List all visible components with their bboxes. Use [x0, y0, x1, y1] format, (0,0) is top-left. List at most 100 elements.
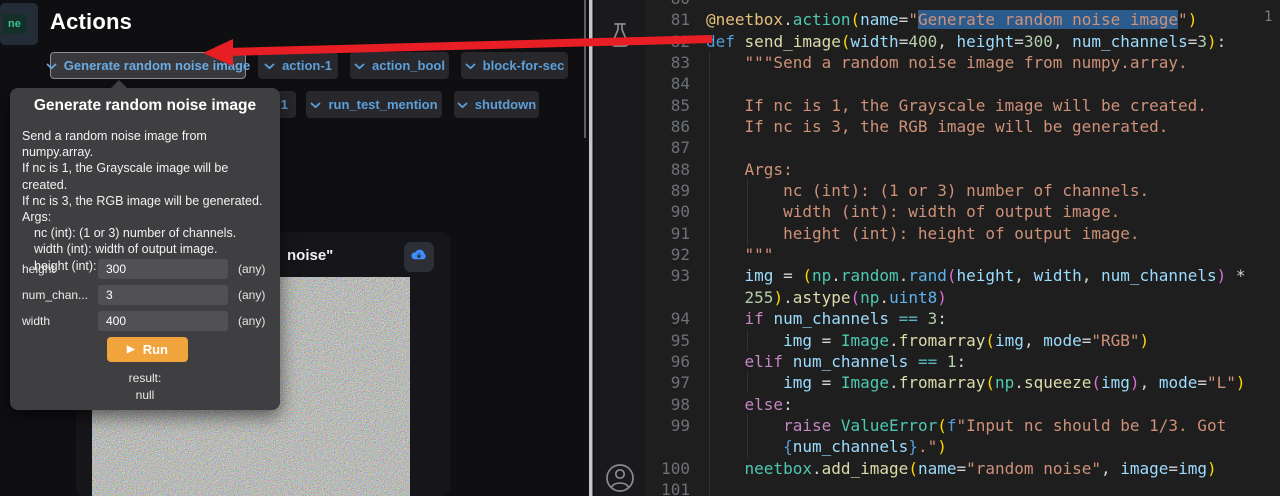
line-number: 94 [645, 308, 690, 329]
code-token: = [1197, 373, 1207, 392]
code-token: : [956, 352, 966, 371]
action-button-run-test-mention[interactable]: run_test_mention [306, 91, 442, 118]
code-token: np [812, 266, 831, 285]
activity-bar [594, 0, 645, 496]
code-token: action [793, 10, 851, 29]
description-line: Args: [22, 209, 272, 225]
code-token: * [1226, 266, 1245, 285]
code-token: height [957, 32, 1015, 51]
code-token: ) [937, 437, 947, 456]
code-line: 100 neetbox.add_image(name="random noise… [645, 458, 1280, 479]
cloud-download-button[interactable] [404, 242, 434, 272]
testing-flask-icon[interactable] [605, 22, 635, 49]
indent-guide [747, 414, 748, 458]
code-token: random [841, 266, 899, 285]
code-token: uint8 [889, 288, 937, 307]
line-number: 98 [645, 394, 690, 415]
scrollbar-thumb[interactable] [584, 0, 586, 138]
code-text: else: [706, 394, 793, 415]
action-run-popover: Generate random noise image Send a rando… [10, 88, 280, 410]
code-token: name [860, 10, 899, 29]
line-number: 83 [645, 52, 690, 73]
line-number: 99 [645, 415, 690, 436]
code-line: 91 height (int): height of output image. [645, 223, 1280, 244]
field-row-width: width (any) [10, 311, 280, 333]
code-token: . [1014, 373, 1024, 392]
result-label: result: [10, 371, 280, 385]
code-text: raise ValueError(f"Input nc should be 1/… [706, 415, 1226, 436]
code-token: if [745, 309, 764, 328]
code-token: width [1034, 266, 1082, 285]
code-token: squeeze [1024, 373, 1091, 392]
field-row-height: height (any) [10, 259, 280, 281]
code-token [735, 32, 745, 51]
code-token: ( [851, 288, 861, 307]
code-editor: 8081@neetbox.action(name="Generate rando… [645, 0, 1280, 496]
indent-guide [709, 52, 710, 496]
neetbox-web-panel: ne Actions Generate random noise image a… [0, 0, 589, 496]
line-number [645, 436, 690, 457]
code-token: num_channels [793, 352, 909, 371]
code-token: ) [1207, 459, 1217, 478]
line-number: 93 [645, 265, 690, 286]
action-button-action-1[interactable]: action-1 [258, 52, 338, 79]
code-line: 95 img = Image.fromarray(img, mode="RGB"… [645, 330, 1280, 351]
code-line: 87 [645, 137, 1280, 158]
status-tag: ne [3, 14, 27, 34]
line-number: 88 [645, 159, 690, 180]
code-token [783, 352, 793, 371]
line-number: 100 [645, 458, 690, 479]
code-token: neetbox [745, 459, 812, 478]
action-button-shutdown[interactable]: shutdown [454, 91, 539, 118]
code-token: "RGB" [1091, 331, 1139, 350]
code-token: ValueError [841, 416, 937, 435]
code-text: img = Image.fromarray(np.squeeze(img), m… [706, 372, 1246, 393]
action-button-block-for-sec[interactable]: block-for-sec [461, 52, 568, 79]
code-token: = [773, 266, 802, 285]
description-line: Send a random noise image from numpy.arr… [22, 128, 272, 160]
code-token: mode [1043, 331, 1082, 350]
code-token: ( [985, 331, 995, 350]
code-token: = [899, 10, 909, 29]
line-number: 81 [645, 9, 690, 30]
play-icon: ▶ [127, 345, 135, 355]
code-token: nc (int): (1 or 3) number of channels. [706, 181, 1149, 200]
code-token: ) [1217, 266, 1227, 285]
action-button-label: action_bool [372, 58, 445, 73]
code-line: 101 [645, 479, 1280, 496]
code-token [706, 309, 745, 328]
code-token: , [1053, 32, 1072, 51]
code-token: img [745, 266, 774, 285]
code-text: img = (np.random.rand(height, width, num… [706, 265, 1246, 286]
run-button[interactable]: ▶ Run [107, 337, 188, 362]
code-token: def [706, 32, 735, 51]
action-button-label: Generate random noise image [64, 58, 250, 73]
code-token [764, 309, 774, 328]
code-token: elif [745, 352, 784, 371]
sidebar-item-partial[interactable]: ne [0, 3, 38, 45]
code-token: = [1014, 32, 1024, 51]
code-token: img [783, 331, 812, 350]
code-token: If nc is 3, the RGB image will be genera… [706, 117, 1168, 136]
code-line: 84 [645, 73, 1280, 94]
description-line: width (int): width of output image. [22, 241, 272, 257]
field-row-num-channels: num_chan... (any) [10, 285, 280, 307]
code-token: mode [1159, 373, 1198, 392]
code-token: , [937, 32, 956, 51]
code-text: elif num_channels == 1: [706, 351, 966, 372]
account-icon[interactable] [605, 462, 635, 496]
action-button-action-bool[interactable]: action_bool [350, 52, 449, 79]
height-input[interactable] [98, 259, 228, 279]
code-token: "random noise" [966, 459, 1101, 478]
code-token: 3 [928, 309, 938, 328]
code-token: = [956, 459, 966, 478]
width-input[interactable] [98, 311, 228, 331]
code-line: 97 img = Image.fromarray(np.squeeze(img)… [645, 372, 1280, 393]
code-token: { [783, 437, 793, 456]
description-line: If nc is 1, the Grayscale image will be … [22, 160, 272, 192]
popover-title: Generate random noise image [10, 97, 280, 115]
action-button-generate-random-noise-image[interactable]: Generate random noise image [50, 52, 246, 79]
num-channels-input[interactable] [98, 285, 228, 305]
code-token: astype [793, 288, 851, 307]
line-number: 89 [645, 180, 690, 201]
